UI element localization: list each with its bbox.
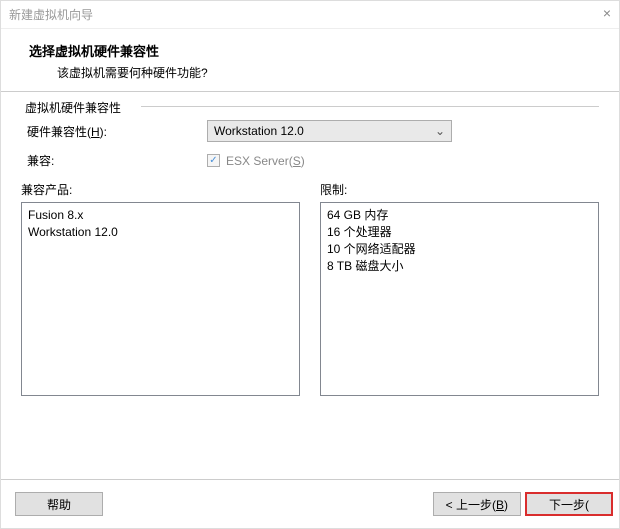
header-subtitle: 该虚拟机需要何种硬件功能? [29,64,601,81]
chevron-down-icon: ⌄ [435,124,445,138]
header-title: 选择虚拟机硬件兼容性 [29,41,601,60]
help-button[interactable]: 帮助 [15,492,103,516]
hw-compat-row: 硬件兼容性(H): Workstation 12.0 ⌄ [27,120,599,142]
columns: 兼容产品: Fusion 8.x Workstation 12.0 限制: 64… [21,181,599,396]
list-item: 16 个处理器 [327,224,592,241]
list-item: 8 TB 磁盘大小 [327,258,592,275]
limits-col: 限制: 64 GB 内存 16 个处理器 10 个网络适配器 8 TB 磁盘大小 [320,181,599,396]
back-button[interactable]: < 上一步(B) [433,492,521,516]
hw-compat-fieldset: 虚拟机硬件兼容性 硬件兼容性(H): Workstation 12.0 ⌄ 兼容… [21,106,599,169]
list-item: Fusion 8.x [28,207,293,224]
list-item: 10 个网络适配器 [327,241,592,258]
list-item: 64 GB 内存 [327,207,592,224]
fieldset-title: 虚拟机硬件兼容性 [21,99,125,116]
list-item: Workstation 12.0 [28,224,293,241]
titlebar: 新建虚拟机向导 × [1,1,619,29]
wizard-window: 新建虚拟机向导 × 选择虚拟机硬件兼容性 该虚拟机需要何种硬件功能? 虚拟机硬件… [0,0,620,529]
wizard-header: 选择虚拟机硬件兼容性 该虚拟机需要何种硬件功能? [1,29,619,92]
esx-checkbox-row: ✓ ESX Server(S) [207,154,305,168]
compat-products-label: 兼容产品: [21,181,300,198]
compat-products-list[interactable]: Fusion 8.x Workstation 12.0 [21,202,300,396]
compat-label: 兼容: [27,152,207,169]
compat-row: 兼容: ✓ ESX Server(S) [27,152,599,169]
limits-list[interactable]: 64 GB 内存 16 个处理器 10 个网络适配器 8 TB 磁盘大小 [320,202,599,396]
hw-compat-value: Workstation 12.0 [214,124,304,138]
wizard-footer: 帮助 < 上一步(B) 下一步( [1,479,619,528]
limits-label: 限制: [320,181,599,198]
window-title: 新建虚拟机向导 [9,6,93,23]
hw-compat-select[interactable]: Workstation 12.0 ⌄ [207,120,452,142]
esx-label: ESX Server(S) [226,154,305,168]
next-button[interactable]: 下一步( [525,492,613,516]
wizard-body: 虚拟机硬件兼容性 硬件兼容性(H): Workstation 12.0 ⌄ 兼容… [1,92,619,479]
esx-checkbox[interactable]: ✓ [207,154,220,167]
compat-products-col: 兼容产品: Fusion 8.x Workstation 12.0 [21,181,300,396]
hw-compat-label: 硬件兼容性(H): [27,123,207,140]
close-icon[interactable]: × [603,5,611,21]
